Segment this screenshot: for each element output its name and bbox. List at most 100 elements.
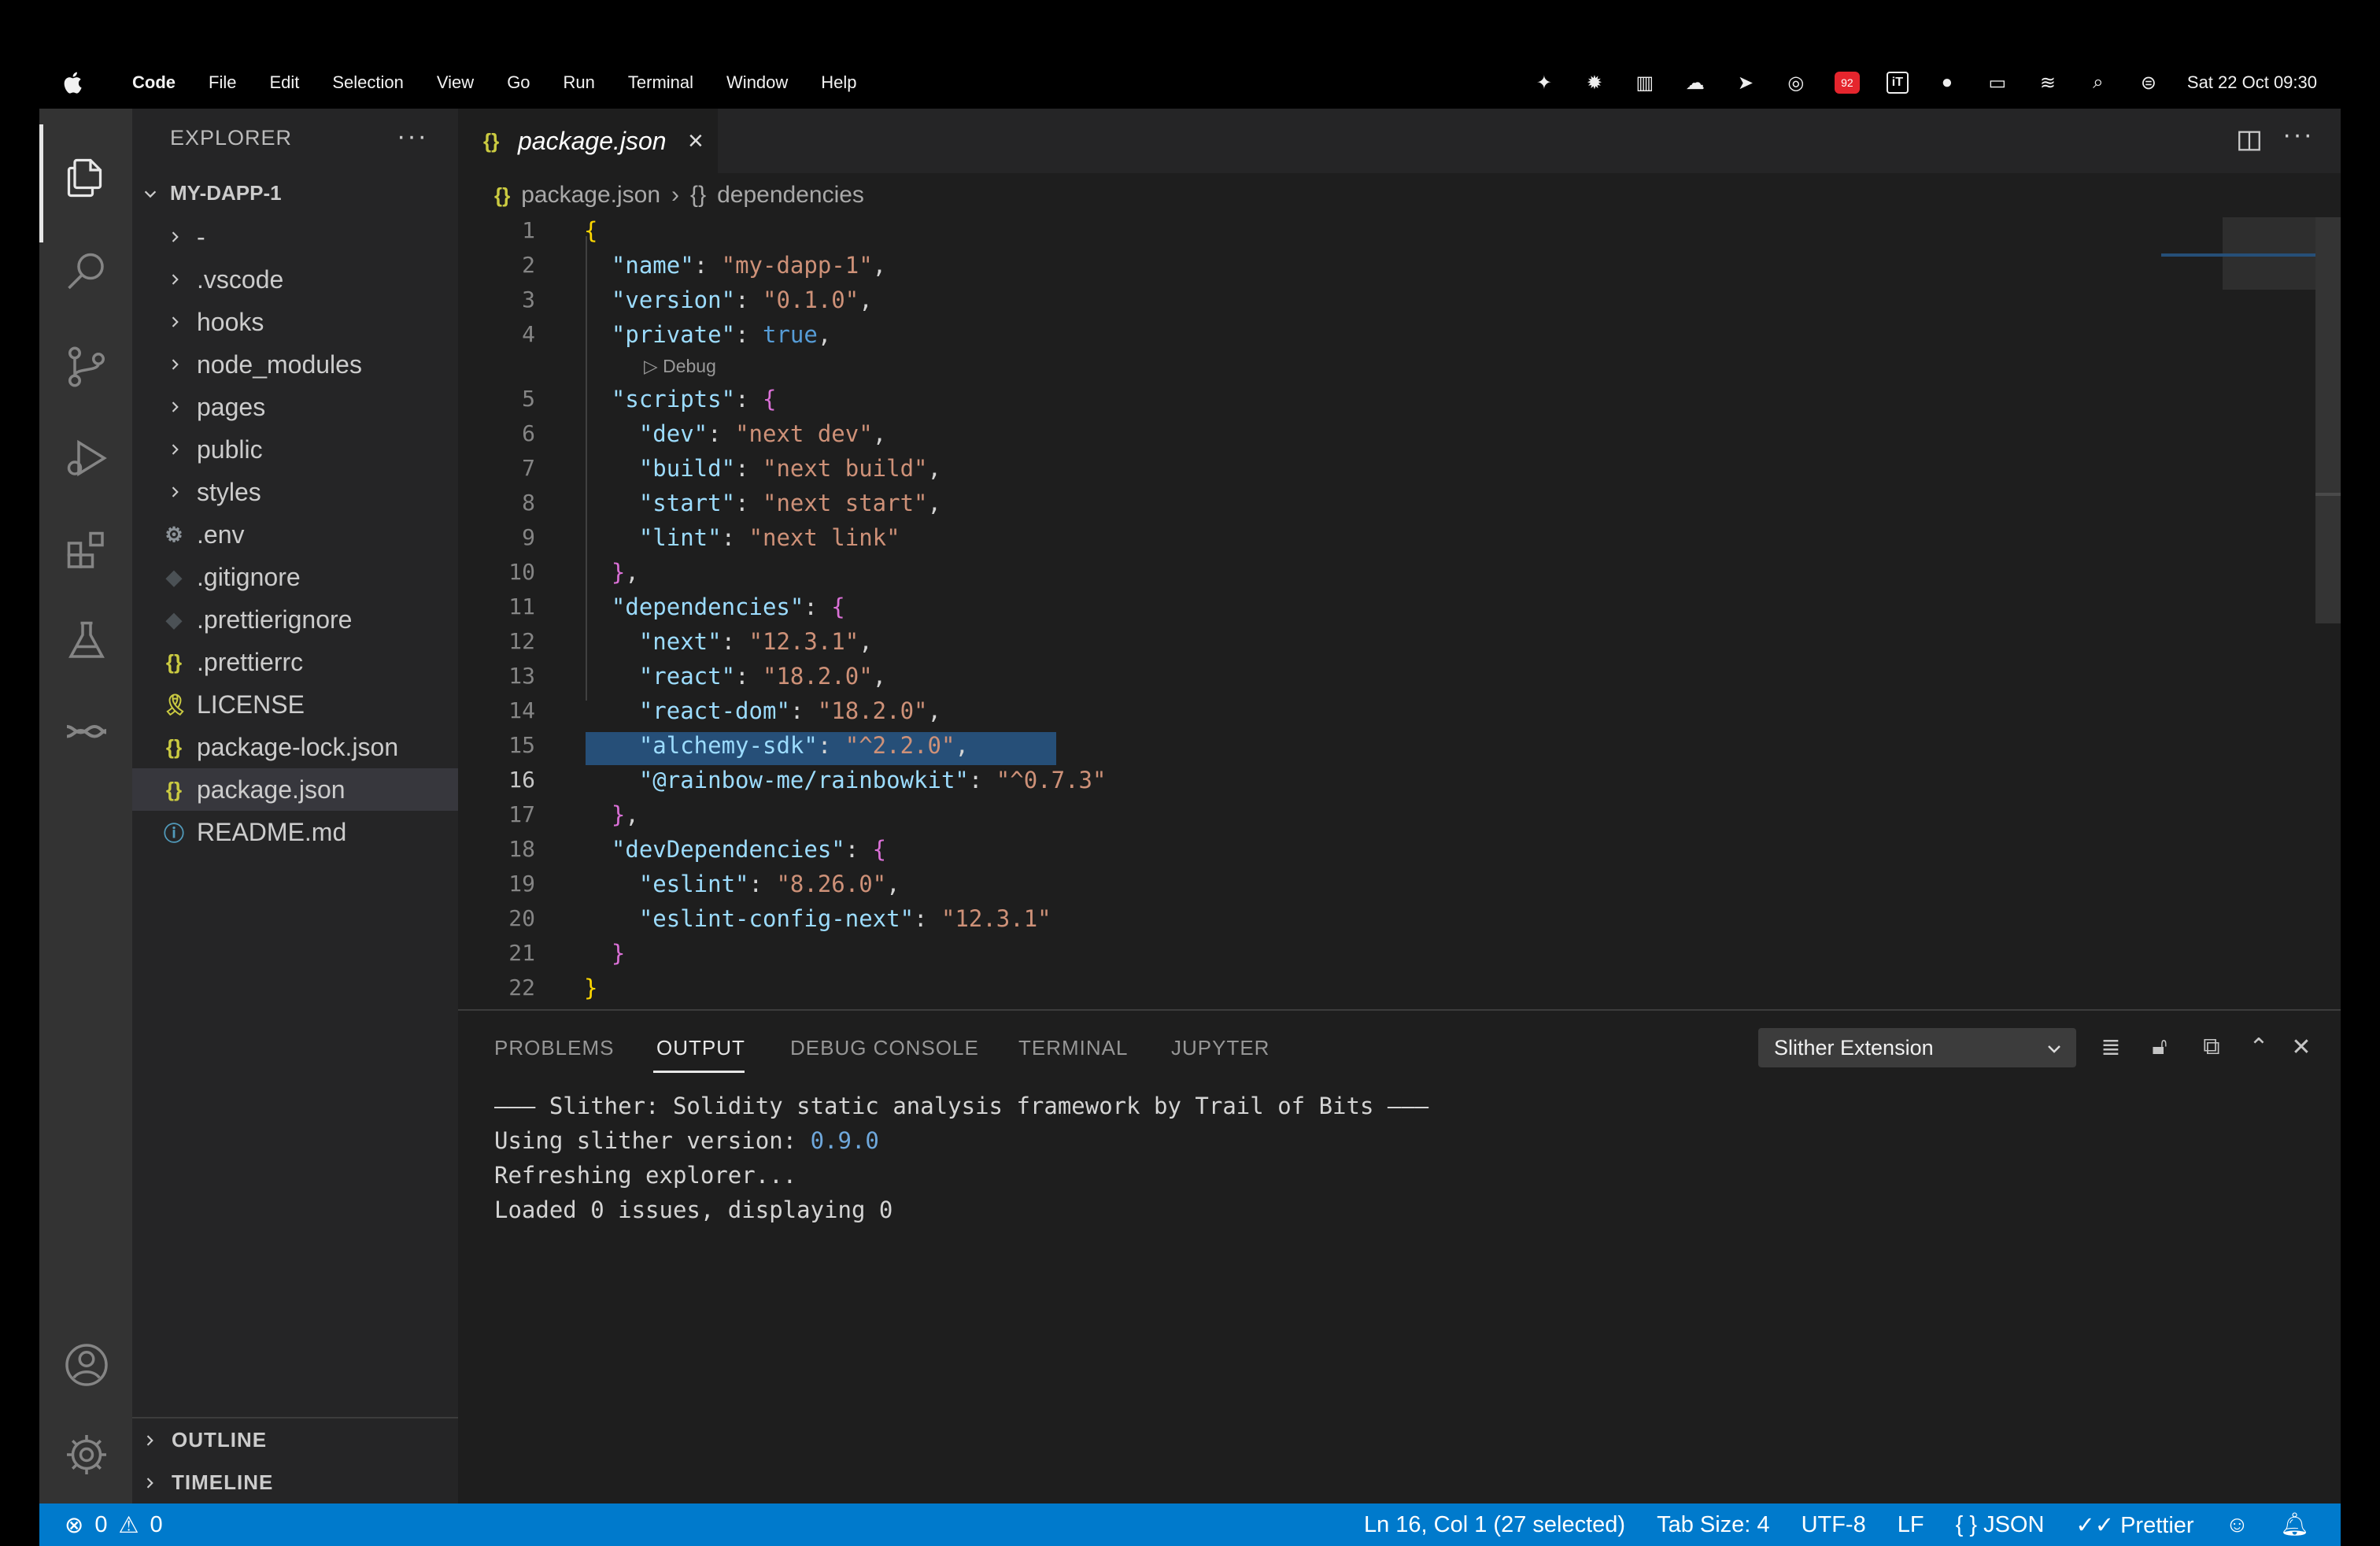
tree-item-folder[interactable]: styles bbox=[132, 471, 458, 513]
tree-item-file-selected[interactable]: {} package.json bbox=[132, 768, 458, 811]
menu-help[interactable]: Help bbox=[821, 72, 856, 93]
notifications-bell-icon[interactable]: 🔔︎ bbox=[2280, 1511, 2309, 1538]
activity-bar bbox=[39, 109, 132, 1503]
workspace-root[interactable]: MY-DAPP-1 bbox=[142, 181, 282, 205]
output-channel-select[interactable]: Slither Extension bbox=[1758, 1028, 2076, 1067]
line-number: 20 bbox=[508, 905, 535, 931]
creative-cloud-icon[interactable]: ☁ bbox=[1683, 71, 1707, 94]
tree-item-folder[interactable]: .vscode bbox=[132, 258, 458, 301]
battery-icon[interactable]: ▭ bbox=[1986, 71, 2009, 94]
timeline-label: TIMELINE bbox=[172, 1470, 274, 1494]
at-icon[interactable]: ◎ bbox=[1784, 71, 1808, 94]
remote-explorer-icon[interactable] bbox=[61, 705, 112, 756]
menu-edit[interactable]: Edit bbox=[269, 72, 299, 93]
line-number: 9 bbox=[522, 524, 535, 550]
vertical-scrollbar[interactable] bbox=[2315, 217, 2341, 623]
close-tab-icon[interactable]: × bbox=[688, 126, 704, 157]
line-number: 2 bbox=[522, 252, 535, 278]
close-panel-icon[interactable]: ✕ bbox=[2286, 1031, 2317, 1063]
run-debug-icon[interactable] bbox=[61, 433, 112, 483]
istat-icon[interactable]: iT bbox=[1886, 72, 1909, 94]
clear-output-icon[interactable]: ≣ bbox=[2095, 1031, 2127, 1063]
tree-item-folder[interactable]: hooks bbox=[132, 301, 458, 343]
menu-file[interactable]: File bbox=[209, 72, 236, 93]
code-line: } bbox=[611, 940, 626, 967]
tree-item-file[interactable]: ◆ .gitignore bbox=[132, 556, 458, 598]
code-editor[interactable]: 1 2 3 4 5 6 7 8 9 10 11 12 13 14 15 16 1… bbox=[458, 217, 2341, 1009]
paper-plane-icon[interactable]: ➤ bbox=[1734, 71, 1757, 94]
tree-item-label: pages bbox=[197, 392, 266, 421]
breadcrumb-file[interactable]: package.json bbox=[521, 182, 660, 209]
explorer-more-icon[interactable]: ··· bbox=[397, 121, 428, 152]
code-line: "start": "next start", bbox=[638, 490, 941, 516]
user-icon[interactable]: ● bbox=[1935, 71, 1959, 94]
calendar-badge-icon[interactable]: 92 bbox=[1834, 72, 1860, 94]
menu-run[interactable]: Run bbox=[564, 72, 595, 93]
workspace-root-label: MY-DAPP-1 bbox=[170, 181, 282, 205]
maximize-panel-icon[interactable]: ⌃ bbox=[2243, 1031, 2275, 1063]
tab-problems[interactable]: PROBLEMS bbox=[494, 1036, 615, 1060]
codelens-debug[interactable]: ▷ Debug bbox=[644, 356, 716, 377]
timeline-section[interactable]: TIMELINE bbox=[142, 1470, 273, 1495]
tab-terminal[interactable]: TERMINAL bbox=[1018, 1036, 1128, 1060]
prettier-status[interactable]: ✓✓ Prettier bbox=[2075, 1511, 2193, 1539]
spotlight-search-icon[interactable]: ⌕ bbox=[2086, 71, 2110, 94]
editor-tab-package-json[interactable]: {} package.json × bbox=[458, 109, 718, 173]
code-line: { bbox=[584, 217, 598, 244]
tree-item-file[interactable]: ⚙ .env bbox=[132, 513, 458, 556]
extensions-icon[interactable] bbox=[61, 526, 112, 576]
tree-item-file[interactable]: ◆ .prettierignore bbox=[132, 598, 458, 641]
end-of-line[interactable]: LF bbox=[1898, 1512, 1924, 1538]
menu-go[interactable]: Go bbox=[507, 72, 530, 93]
control-center-icon[interactable]: ⊜ bbox=[2137, 71, 2160, 94]
tab-output[interactable]: OUTPUT bbox=[656, 1036, 745, 1060]
scrollbar-cursor-marker bbox=[2315, 493, 2341, 496]
language-mode[interactable]: { } JSON bbox=[1956, 1512, 2045, 1538]
menu-terminal[interactable]: Terminal bbox=[628, 72, 693, 93]
encoding[interactable]: UTF-8 bbox=[1802, 1512, 1866, 1538]
tab-debug-console[interactable]: DEBUG CONSOLE bbox=[790, 1036, 979, 1060]
menu-clock[interactable]: Sat 22 Oct 09:30 bbox=[2187, 72, 2317, 93]
lock-scroll-icon[interactable]: 🔓︎ bbox=[2144, 1031, 2175, 1063]
tree-item-folder[interactable]: - bbox=[132, 216, 458, 258]
breadcrumb-symbol[interactable]: dependencies bbox=[717, 182, 864, 209]
manage-gear-icon[interactable] bbox=[61, 1429, 112, 1480]
tree-item-folder[interactable]: pages bbox=[132, 386, 458, 428]
tree-item-file[interactable]: ⓘ README.md bbox=[132, 811, 458, 853]
editor-more-icon[interactable]: ··· bbox=[2282, 120, 2314, 150]
outline-section[interactable]: OUTLINE bbox=[142, 1428, 267, 1452]
braces-icon: { } bbox=[1955, 1511, 1984, 1537]
tab-size[interactable]: Tab Size: 4 bbox=[1657, 1512, 1769, 1538]
bird-icon[interactable]: ✦ bbox=[1532, 71, 1556, 94]
sun-icon[interactable]: ✹ bbox=[1583, 71, 1606, 94]
problems-indicator[interactable]: ⊗ 0 ⚠ 0 bbox=[65, 1503, 163, 1546]
cursor-position[interactable]: Ln 16, Col 1 (27 selected) bbox=[1364, 1512, 1625, 1538]
menu-window[interactable]: Window bbox=[726, 72, 788, 93]
wifi-icon[interactable]: ≋ bbox=[2036, 71, 2060, 94]
tree-item-file[interactable]: 🎗 LICENSE bbox=[132, 683, 458, 726]
output-version: 0.9.0 bbox=[810, 1127, 879, 1154]
search-icon[interactable] bbox=[61, 247, 112, 298]
menu-view[interactable]: View bbox=[437, 72, 474, 93]
apple-logo-icon[interactable] bbox=[61, 69, 87, 96]
tree-item-label: styles bbox=[197, 477, 261, 506]
open-in-editor-icon[interactable]: ⧉ bbox=[2196, 1031, 2227, 1063]
tab-jupyter[interactable]: JUPYTER bbox=[1171, 1036, 1269, 1060]
menu-selection[interactable]: Selection bbox=[332, 72, 404, 93]
accounts-icon[interactable] bbox=[61, 1340, 112, 1390]
menu-app-name[interactable]: Code bbox=[132, 72, 176, 93]
tree-item-file[interactable]: {} package-lock.json bbox=[132, 726, 458, 768]
audio-wave-icon[interactable]: ▥ bbox=[1633, 71, 1657, 94]
tree-item-folder[interactable]: public bbox=[132, 428, 458, 471]
testing-icon[interactable] bbox=[61, 616, 112, 666]
line-number: 5 bbox=[522, 386, 535, 412]
macos-menubar: Code File Edit Selection View Go Run Ter… bbox=[39, 55, 2341, 110]
split-editor-icon[interactable] bbox=[2235, 128, 2264, 154]
tree-item-file[interactable]: {} .prettierrc bbox=[132, 641, 458, 683]
source-control-icon[interactable] bbox=[61, 342, 112, 392]
tree-item-label: .env bbox=[197, 520, 245, 549]
feedback-icon[interactable]: ☺ bbox=[2226, 1512, 2249, 1538]
tree-item-folder[interactable]: node_modules bbox=[132, 343, 458, 386]
chevron-down-icon bbox=[2048, 1045, 2060, 1053]
explorer-icon[interactable] bbox=[61, 153, 112, 203]
